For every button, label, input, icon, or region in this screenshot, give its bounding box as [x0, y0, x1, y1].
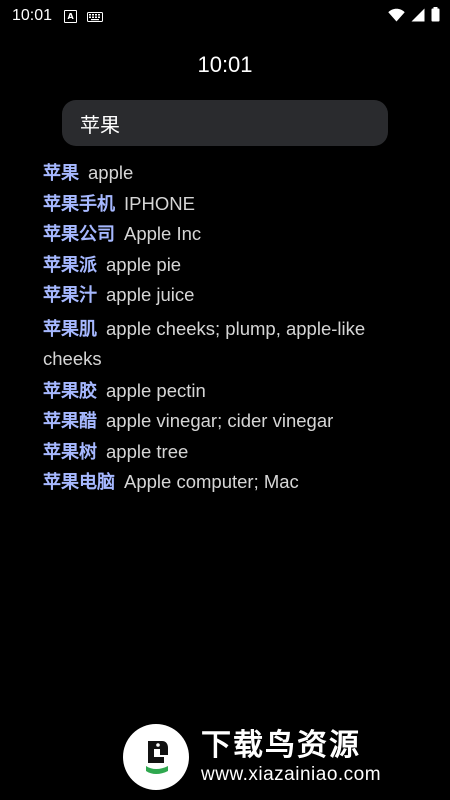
result-definition: Apple Inc — [124, 223, 202, 244]
result-term: 苹果醋 — [43, 411, 97, 432]
result-definition: apple juice — [106, 284, 195, 305]
watermark-banner: 下载鸟资源 www.xiazainiao.com — [117, 713, 431, 800]
result-definition: apple vinegar; cider vinegar — [106, 410, 334, 431]
search-box[interactable] — [62, 100, 388, 146]
result-definition: IPHONE — [124, 192, 195, 214]
result-term: 苹果公司 — [43, 224, 115, 245]
result-definition: apple pie — [106, 253, 182, 275]
result-definition: apple tree — [106, 440, 189, 462]
results-list: 苹果 apple 苹果手机 IPHONE 苹果公司 Apple Inc 苹果派 appl… — [43, 158, 423, 498]
result-item[interactable]: 苹果 apple — [43, 158, 423, 189]
status-right-icons — [388, 6, 440, 26]
result-term: 苹果汁 — [43, 285, 97, 306]
keyboard-icon — [87, 7, 104, 26]
text-a-icon: A — [64, 9, 78, 23]
result-term: 苹果树 — [43, 441, 97, 463]
signal-icon — [411, 7, 425, 26]
battery-icon — [431, 6, 440, 26]
result-item[interactable]: 苹果胶 apple pectin — [43, 376, 423, 407]
result-item[interactable]: 苹果电脑 Apple computer; Mac — [43, 467, 423, 498]
watermark-title: 下载鸟资源 — [201, 727, 361, 763]
result-definition: apple pectin — [106, 379, 206, 401]
result-item[interactable]: 苹果树 apple tree — [43, 437, 423, 468]
wifi-icon — [388, 7, 405, 26]
result-definition: apple — [88, 162, 134, 183]
result-term: 苹果肌 — [43, 318, 97, 340]
result-term: 苹果 — [43, 163, 79, 184]
clock-time: 10:01 — [197, 52, 253, 77]
result-item[interactable]: 苹果手机 IPHONE — [43, 189, 423, 220]
bird-logo-icon — [123, 723, 189, 790]
search-input[interactable] — [80, 111, 370, 135]
result-term: 苹果派 — [43, 254, 97, 276]
watermark-url: www.xiazainiao.com — [201, 763, 382, 785]
status-bar: 10:01 A — [0, 0, 450, 32]
result-term: 苹果胶 — [43, 380, 97, 402]
result-item[interactable]: 苹果肌 apple cheeks; plump, apple-like cheek… — [43, 314, 423, 375]
result-item[interactable]: 苹果醋 apple vinegar; cider vinegar — [43, 406, 423, 437]
result-item[interactable]: 苹果汁 apple juice — [43, 280, 423, 311]
status-time: 10:01 — [12, 7, 53, 24]
result-term: 苹果手机 — [43, 193, 115, 215]
result-item[interactable]: 苹果派 apple pie — [43, 250, 423, 281]
result-definition: Apple computer; Mac — [124, 471, 299, 492]
result-item[interactable]: 苹果公司 Apple Inc — [43, 219, 423, 250]
result-term: 苹果电脑 — [43, 472, 115, 493]
